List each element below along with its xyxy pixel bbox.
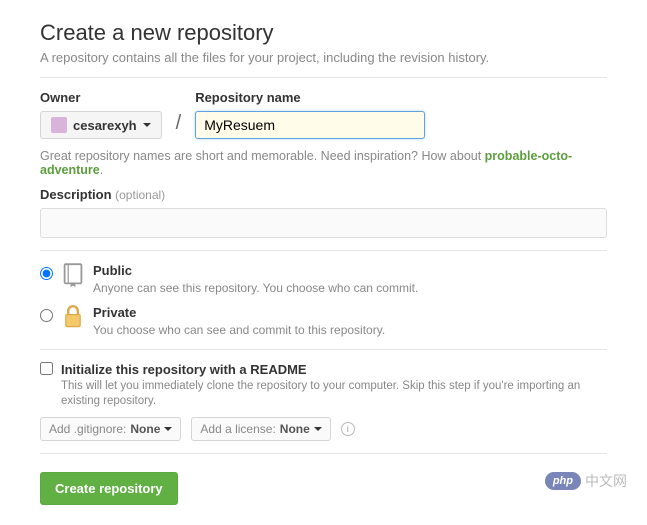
public-radio[interactable]	[40, 267, 53, 280]
divider	[40, 453, 607, 454]
php-badge: php	[545, 472, 581, 490]
chevron-down-icon	[314, 427, 322, 431]
readme-title: Initialize this repository with a README	[61, 362, 607, 377]
page-title: Create a new repository	[40, 20, 607, 46]
owner-label: Owner	[40, 90, 162, 105]
lock-icon	[63, 305, 83, 329]
page-subtitle: A repository contains all the files for …	[40, 50, 607, 65]
public-desc: Anyone can see this repository. You choo…	[93, 281, 418, 295]
repo-name-input[interactable]	[195, 111, 425, 139]
watermark-text: 中文网	[585, 471, 627, 491]
create-repository-button[interactable]: Create repository	[40, 472, 178, 505]
visibility-public-option[interactable]: Public Anyone can see this repository. Y…	[40, 263, 607, 295]
license-select[interactable]: Add a license: None	[191, 417, 330, 441]
chevron-down-icon	[164, 427, 172, 431]
gitignore-select[interactable]: Add .gitignore: None	[40, 417, 181, 441]
private-radio[interactable]	[40, 309, 53, 322]
divider	[40, 349, 607, 350]
avatar-icon	[51, 117, 67, 133]
private-desc: You choose who can see and commit to thi…	[93, 323, 385, 337]
repo-icon	[63, 263, 83, 287]
name-hint: Great repository names are short and mem…	[40, 149, 607, 177]
divider	[40, 77, 607, 78]
readme-desc: This will let you immediately clone the …	[61, 380, 580, 407]
slash-separator: /	[174, 112, 184, 139]
chevron-down-icon	[143, 123, 151, 127]
visibility-private-option[interactable]: Private You choose who can see and commi…	[40, 305, 607, 337]
description-input[interactable]	[40, 208, 607, 238]
description-label: Description (optional)	[40, 187, 607, 202]
info-icon[interactable]: i	[341, 422, 355, 436]
owner-name: cesarexyh	[73, 118, 137, 133]
readme-checkbox[interactable]	[40, 362, 53, 375]
watermark: php 中文网	[545, 471, 627, 491]
divider	[40, 250, 607, 251]
private-title: Private	[93, 305, 385, 320]
readme-option[interactable]: Initialize this repository with a README…	[40, 362, 607, 407]
repo-name-label: Repository name	[195, 90, 425, 105]
public-title: Public	[93, 263, 418, 278]
owner-select[interactable]: cesarexyh	[40, 111, 162, 139]
